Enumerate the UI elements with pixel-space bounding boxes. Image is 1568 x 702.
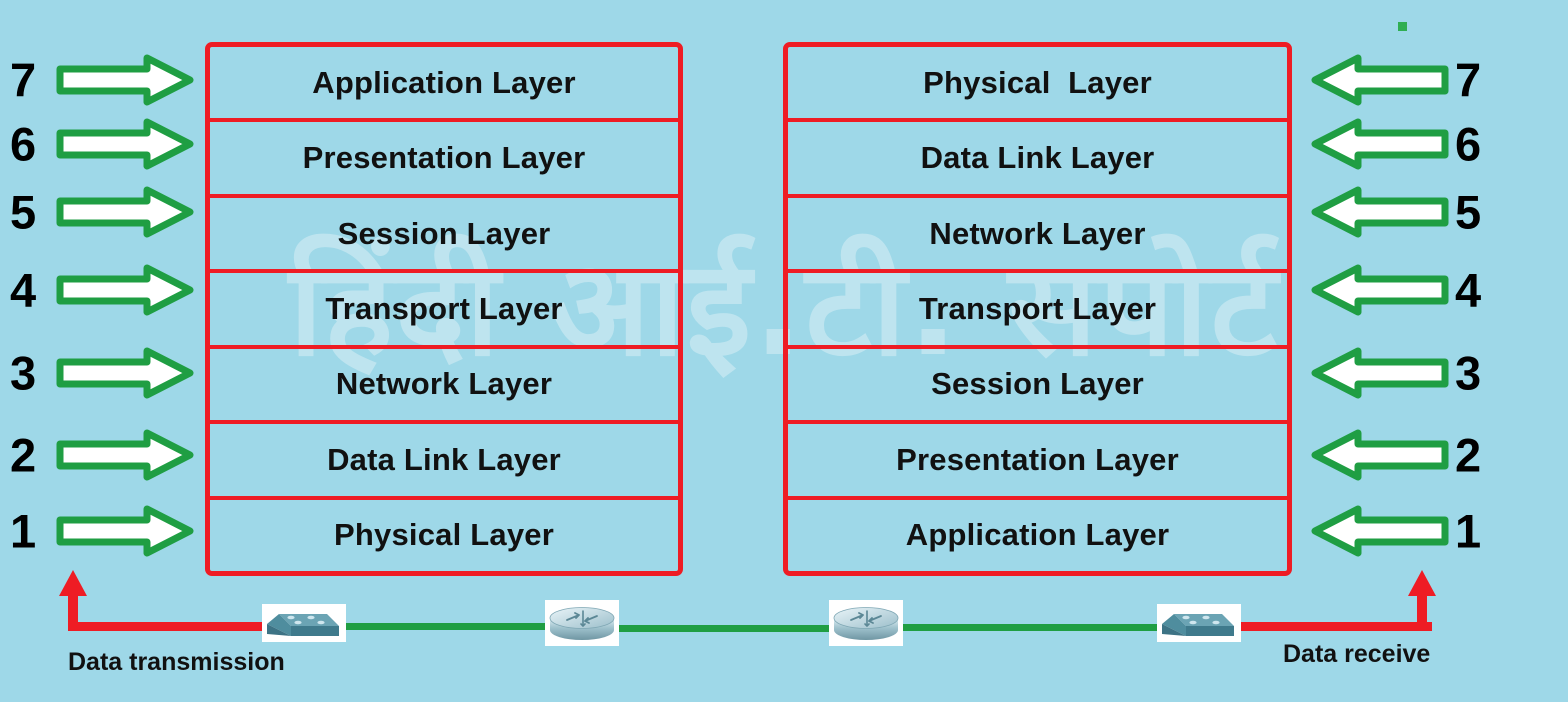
- green-link-router-to-router: [612, 625, 837, 632]
- green-link-switch-to-router-left: [336, 623, 551, 630]
- layer-label: Network Layer: [335, 366, 553, 402]
- left-layer-transport[interactable]: Transport Layer: [210, 273, 678, 349]
- left-number-2: 2: [10, 428, 37, 482]
- left-osi-stack: Application Layer Presentation Layer Ses…: [205, 42, 683, 576]
- left-layer-application[interactable]: Application Layer: [210, 47, 678, 123]
- data-transmission-up-arrow-icon: [57, 570, 89, 630]
- right-layer-session[interactable]: Session Layer: [788, 349, 1287, 425]
- left-number-3: 3: [10, 346, 37, 400]
- left-number-5: 5: [10, 185, 37, 239]
- router-right-icon: [829, 600, 903, 646]
- layer-label: Physical Layer: [923, 64, 1152, 100]
- left-arrow-6-icon: [55, 117, 195, 171]
- left-arrow-3-icon: [55, 346, 195, 400]
- left-layer-presentation[interactable]: Presentation Layer: [210, 122, 678, 198]
- layer-label: Application Layer: [312, 64, 576, 100]
- left-number-6: 6: [10, 117, 37, 171]
- right-number-4: 4: [1455, 263, 1482, 317]
- left-layer-datalink[interactable]: Data Link Layer: [210, 424, 678, 500]
- left-number-1: 1: [10, 504, 37, 558]
- red-path-left-horizontal: [68, 622, 268, 631]
- layer-label: Application Layer: [905, 517, 1170, 553]
- right-layer-network[interactable]: Network Layer: [788, 198, 1287, 274]
- right-arrow-3-icon: [1310, 346, 1450, 400]
- switch-left-icon: [262, 604, 346, 642]
- right-arrow-2-icon: [1310, 428, 1450, 482]
- layer-label: Data Link Layer: [920, 140, 1155, 176]
- green-dot-artifact: [1398, 22, 1407, 31]
- right-layer-physical[interactable]: Physical Layer: [788, 47, 1287, 123]
- right-number-2: 2: [1455, 428, 1482, 482]
- green-link-router-to-switch-right: [896, 624, 1166, 631]
- right-arrow-4-icon: [1310, 263, 1450, 317]
- switch-right-icon: [1157, 604, 1241, 642]
- layer-label: Session Layer: [337, 215, 551, 251]
- layer-label: Presentation Layer: [896, 441, 1179, 477]
- layer-label: Transport Layer: [918, 290, 1157, 326]
- data-receive-label: Data receive: [1283, 640, 1431, 668]
- osi-diagram-canvas: हिंदी आई.टी. सपोर्ट Application Layer Pr…: [0, 0, 1568, 702]
- right-arrow-7-icon: [1310, 53, 1450, 107]
- left-arrow-1-icon: [55, 504, 195, 558]
- right-number-3: 3: [1455, 346, 1482, 400]
- right-arrow-6-icon: [1310, 117, 1450, 171]
- right-osi-stack: Physical Layer Data Link Layer Network L…: [783, 42, 1292, 576]
- right-number-7: 7: [1455, 53, 1482, 107]
- layer-label: Physical Layer: [334, 517, 554, 553]
- right-layer-application[interactable]: Application Layer: [788, 500, 1287, 571]
- right-layer-datalink[interactable]: Data Link Layer: [788, 122, 1287, 198]
- right-number-5: 5: [1455, 185, 1482, 239]
- left-arrow-2-icon: [55, 428, 195, 482]
- layer-label: Network Layer: [929, 215, 1146, 251]
- left-arrow-4-icon: [55, 263, 195, 317]
- right-layer-transport[interactable]: Transport Layer: [788, 273, 1287, 349]
- left-arrow-5-icon: [55, 185, 195, 239]
- data-receive-up-arrow-icon: [1406, 570, 1438, 630]
- layer-label: Transport Layer: [325, 290, 563, 326]
- right-arrow-5-icon: [1310, 185, 1450, 239]
- data-transmission-label: Data transmission: [68, 648, 285, 676]
- right-number-1: 1: [1455, 504, 1482, 558]
- layer-label: Data Link Layer: [327, 441, 561, 477]
- left-layer-network[interactable]: Network Layer: [210, 349, 678, 425]
- red-path-right-horizontal: [1232, 622, 1432, 631]
- right-layer-presentation[interactable]: Presentation Layer: [788, 424, 1287, 500]
- layer-label: Presentation Layer: [302, 140, 586, 176]
- right-arrow-1-icon: [1310, 504, 1450, 558]
- left-number-4: 4: [10, 263, 37, 317]
- left-layer-physical[interactable]: Physical Layer: [210, 500, 678, 571]
- left-arrow-7-icon: [55, 53, 195, 107]
- right-number-6: 6: [1455, 117, 1482, 171]
- layer-label: Session Layer: [931, 366, 1144, 402]
- left-layer-session[interactable]: Session Layer: [210, 198, 678, 274]
- router-left-icon: [545, 600, 619, 646]
- left-number-7: 7: [10, 53, 37, 107]
